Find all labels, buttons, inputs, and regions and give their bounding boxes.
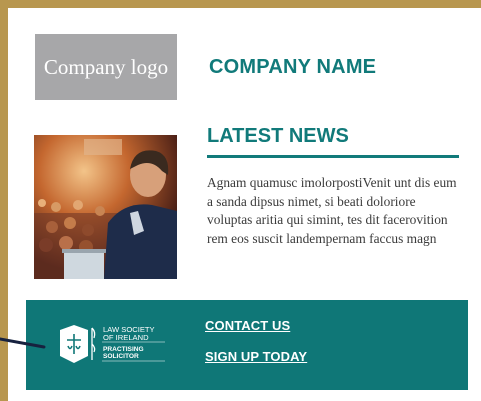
footer-bar: LAW SOCIETY OF IRELAND PRACTISING SOLICI… (26, 300, 468, 390)
contact-us-link[interactable]: CONTACT US (205, 318, 307, 333)
news-heading: LATEST NEWS (207, 125, 349, 147)
society-line-3: PRACTISING (103, 346, 144, 353)
email-card: Company logo COMPANY NAME LATEST NEWS Ag… (8, 8, 481, 401)
pointer-line (0, 337, 46, 349)
sign-up-link[interactable]: SIGN UP TODAY (205, 349, 307, 364)
news-divider (207, 155, 459, 158)
conference-photo (34, 135, 177, 279)
society-line-2: OF IRELAND (103, 333, 149, 342)
company-name: COMPANY NAME (209, 56, 377, 78)
footer-links: CONTACT US SIGN UP TODAY (205, 318, 307, 380)
company-logo-placeholder: Company logo (35, 34, 177, 100)
society-line-4: SOLICITOR (103, 353, 139, 360)
company-logo-text: Company logo (43, 54, 169, 79)
news-body: Agnam quamusc imolorpostiVenit unt dis e… (207, 175, 457, 246)
law-society-logo: LAW SOCIETY OF IRELAND PRACTISING SOLICI… (58, 322, 166, 368)
